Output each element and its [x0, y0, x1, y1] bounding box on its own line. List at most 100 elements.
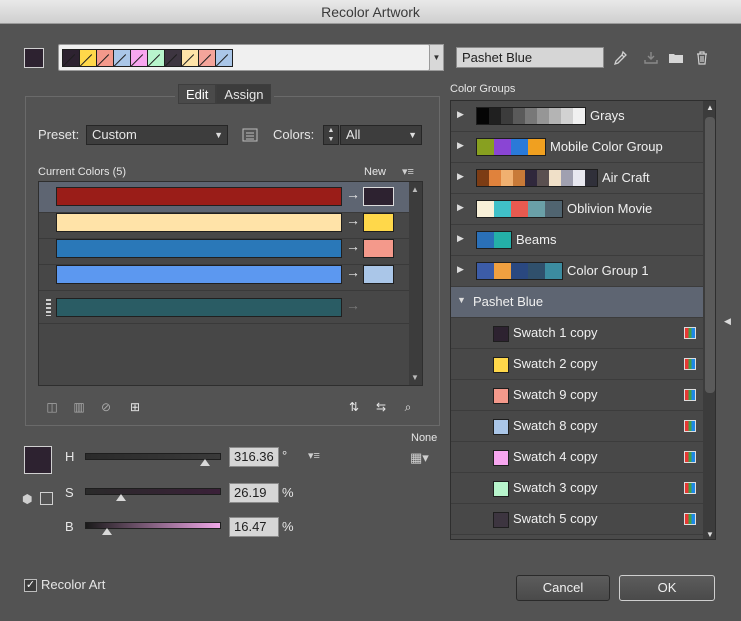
new-color-swatch[interactable]: [363, 265, 394, 284]
hue-slider-thumb[interactable]: [199, 459, 210, 466]
swatch-row[interactable]: Swatch 3 copy: [451, 473, 703, 504]
color-group-row[interactable]: ▶ Mobile Color Group: [451, 132, 703, 163]
chevron-down-icon: ▼: [408, 130, 417, 140]
harmony-color-chip: [114, 50, 131, 66]
color-group-strip: [476, 107, 586, 125]
limit-library-icon[interactable]: ▦▾: [410, 450, 429, 466]
active-color-preview[interactable]: [24, 446, 52, 474]
find-color-icon[interactable]: ⌕: [399, 400, 417, 414]
cancel-button[interactable]: Cancel: [516, 575, 610, 601]
list-options-icon[interactable]: ▾≡: [402, 165, 414, 178]
color-mode-icon[interactable]: ⬢: [22, 492, 32, 506]
color-group-name-field[interactable]: Pashet Blue: [456, 47, 604, 68]
saturation-slider[interactable]: [85, 488, 221, 495]
expand-triangle-icon[interactable]: ▶: [457, 264, 464, 275]
expand-triangle-icon[interactable]: ▶: [457, 109, 464, 120]
swatch-row[interactable]: Swatch 5 copy: [451, 504, 703, 535]
groups-scrollbar-thumb[interactable]: [705, 117, 715, 393]
colors-scrollbar[interactable]: ▲ ▼: [409, 182, 422, 385]
color-group-name: Pashet Blue: [473, 294, 544, 309]
recolor-art-checkbox[interactable]: ✓: [24, 579, 37, 592]
tab-edit[interactable]: Edit: [178, 84, 217, 104]
tab-assign[interactable]: Assign: [216, 84, 272, 104]
color-group-row[interactable]: ▶ Oblivion Movie: [451, 194, 703, 225]
expand-triangle-icon[interactable]: ▶: [457, 202, 464, 213]
merge-colors-icon[interactable]: ◫: [43, 400, 61, 414]
color-row[interactable]: →: [39, 260, 409, 291]
preset-dropdown[interactable]: Custom ▼: [86, 125, 228, 145]
scroll-down-icon[interactable]: ▼: [706, 530, 714, 539]
current-color-bar[interactable]: [56, 213, 342, 232]
folder-icon[interactable]: [668, 50, 684, 66]
swatch-row[interactable]: Swatch 2 copy: [451, 349, 703, 380]
swatch-row[interactable]: Swatch 8 copy: [451, 411, 703, 442]
drag-handle-icon[interactable]: [46, 299, 51, 316]
new-color-swatch[interactable]: [363, 213, 394, 232]
arrow-right-icon[interactable]: →: [346, 238, 360, 254]
swatch-row[interactable]: Swatch 1 copy: [451, 318, 703, 349]
arrow-right-icon[interactable]: →: [346, 212, 360, 228]
brightness-value-field[interactable]: 16.47: [229, 517, 279, 537]
scroll-up-icon[interactable]: ▲: [411, 185, 419, 194]
hue-value-field[interactable]: 316.36: [229, 447, 279, 467]
scroll-down-icon[interactable]: ▼: [411, 373, 419, 382]
trash-icon[interactable]: [694, 50, 710, 66]
save-group-icon[interactable]: [643, 50, 659, 66]
scroll-up-icon[interactable]: ▲: [706, 103, 714, 112]
color-group-row[interactable]: ▶ Air Craft: [451, 163, 703, 194]
expand-triangle-icon[interactable]: ▶: [457, 233, 464, 244]
current-color-bar[interactable]: [56, 265, 342, 284]
group-color-chip: [477, 108, 489, 124]
color-groups-header: Color Groups: [450, 83, 516, 95]
current-color-bar[interactable]: [56, 187, 342, 206]
separate-colors-icon[interactable]: ▥: [70, 400, 88, 414]
expand-triangle-icon[interactable]: ▶: [457, 171, 464, 182]
group-color-chip: [477, 232, 494, 248]
ok-button[interactable]: OK: [619, 575, 715, 601]
group-color-chip: [477, 139, 494, 155]
eyedropper-icon[interactable]: [612, 50, 628, 66]
color-reduction-options-icon[interactable]: [241, 128, 259, 142]
arrow-right-icon[interactable]: →: [346, 264, 360, 280]
swatch-row[interactable]: Swatch 9 copy: [451, 380, 703, 411]
exclude-colors-icon[interactable]: ⊘: [97, 400, 115, 414]
colors-dropdown[interactable]: All ▼: [340, 125, 422, 145]
group-color-chip: [489, 108, 501, 124]
random-order-icon[interactable]: ⇅: [345, 400, 363, 414]
stroke-color-icon[interactable]: [40, 492, 53, 505]
new-color-swatch[interactable]: [363, 187, 394, 206]
process-color-icon: [684, 482, 696, 494]
saturation-slider-thumb[interactable]: [115, 494, 126, 501]
random-saturation-icon[interactable]: ⇆: [372, 400, 390, 414]
group-color-chip: [511, 263, 528, 279]
current-color-bar[interactable]: [56, 298, 342, 317]
new-color-swatch[interactable]: [363, 239, 394, 258]
color-group-row-open[interactable]: ▼ Pashet Blue: [451, 287, 703, 318]
color-group-row[interactable]: ▶ Beams: [451, 225, 703, 256]
colors-stepper[interactable]: ▲ ▼: [323, 125, 339, 145]
groups-scrollbar[interactable]: ▲ ▼: [703, 101, 715, 539]
harmony-color-bar[interactable]: [58, 44, 430, 71]
brightness-slider-thumb[interactable]: [102, 528, 113, 535]
harmony-color-chip: [148, 50, 165, 66]
saturation-value-field[interactable]: 26.19: [229, 483, 279, 503]
current-color-bar[interactable]: [56, 239, 342, 258]
swatch-row[interactable]: Swatch 4 copy: [451, 442, 703, 473]
collapse-triangle-icon[interactable]: ▼: [457, 295, 466, 305]
group-color-chip: [494, 139, 511, 155]
new-row-icon[interactable]: ⊞: [126, 400, 144, 414]
arrow-right-icon[interactable]: →: [346, 186, 360, 202]
swatch-chip: [493, 419, 509, 435]
group-color-chip: [489, 170, 501, 186]
color-row[interactable]: →: [39, 293, 409, 324]
harmony-dropdown-button[interactable]: ▼: [429, 44, 444, 71]
color-group-row[interactable]: ▶ Color Group 1: [451, 256, 703, 287]
process-color-icon: [684, 327, 696, 339]
hsb-options-icon[interactable]: ▾≡: [308, 449, 320, 462]
color-group-strip: [476, 138, 546, 156]
color-group-row[interactable]: ▶ Grays: [451, 101, 703, 132]
expand-triangle-icon[interactable]: ▶: [457, 140, 464, 151]
collapse-panel-icon[interactable]: ◀: [724, 316, 731, 327]
current-color-swatch[interactable]: [24, 48, 44, 68]
arrow-right-icon[interactable]: →: [346, 297, 360, 313]
